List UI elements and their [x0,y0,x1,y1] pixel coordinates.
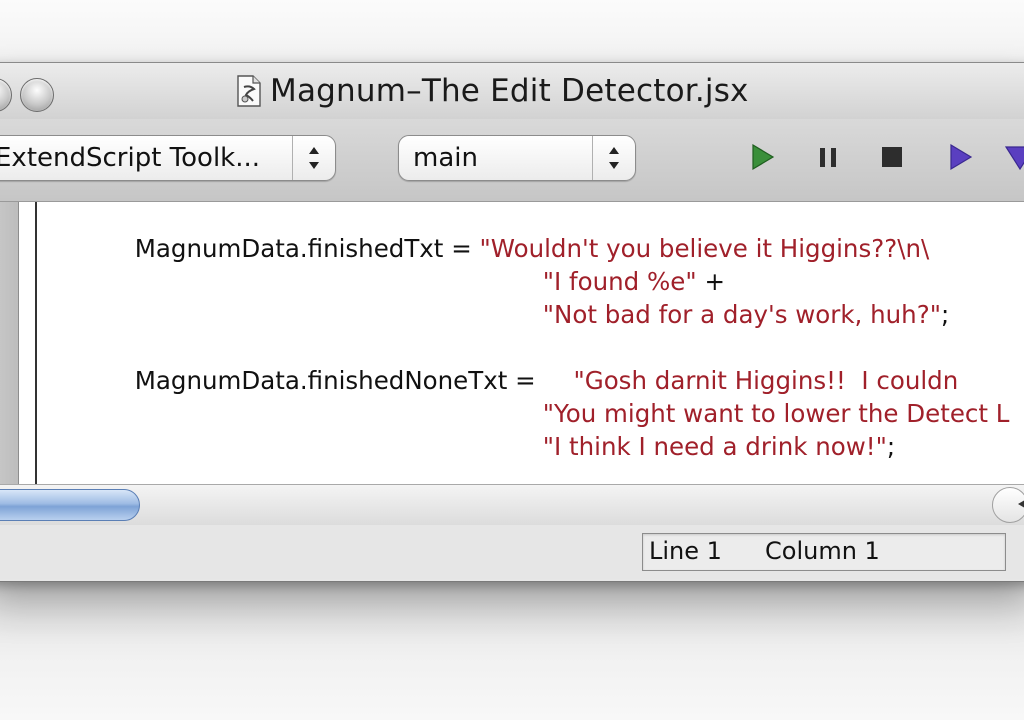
column-indicator: Column 1 [765,537,880,565]
toolbar: ExtendScript Toolk... main [0,119,1024,202]
minimize-button[interactable] [0,78,12,112]
title-group: Magnum–The Edit Detector.jsx [236,71,749,111]
code-editor[interactable]: MagnumData.finishedTxt = "Wouldn't you b… [0,202,1024,484]
updown-arrows-icon [592,136,635,180]
pause-icon[interactable] [812,141,844,173]
target-app-label: ExtendScript Toolk... [0,143,261,173]
function-popup[interactable]: main [398,135,636,181]
target-app-popup[interactable]: ExtendScript Toolk... [0,135,336,181]
window-title: Magnum–The Edit Detector.jsx [270,73,749,109]
status-bar: Line 1 Column 1 [0,525,1024,579]
run-icon[interactable] [746,141,778,173]
line-indicator: Line 1 [649,537,722,565]
horizontal-scrollbar[interactable] [0,484,1024,526]
gutter-divider [35,202,37,484]
scroll-left-arrow-icon[interactable] [1016,495,1024,513]
stop-icon[interactable] [876,141,908,173]
editor-window: Magnum–The Edit Detector.jsx ExtendScrip… [0,62,1024,582]
title-bar[interactable]: Magnum–The Edit Detector.jsx [0,63,1024,119]
script-document-icon[interactable] [236,75,262,107]
scroll-thumb[interactable] [0,489,140,521]
function-label: main [413,143,478,173]
step-into-icon[interactable] [1004,141,1024,173]
step-over-icon[interactable] [944,141,976,173]
cursor-position-field: Line 1 Column 1 [642,533,1006,571]
breakpoint-gutter[interactable] [0,202,19,484]
code-line-6: "I think I need a drink now!"; [542,432,896,461]
zoom-button[interactable] [20,78,54,112]
updown-arrows-icon [292,136,335,180]
